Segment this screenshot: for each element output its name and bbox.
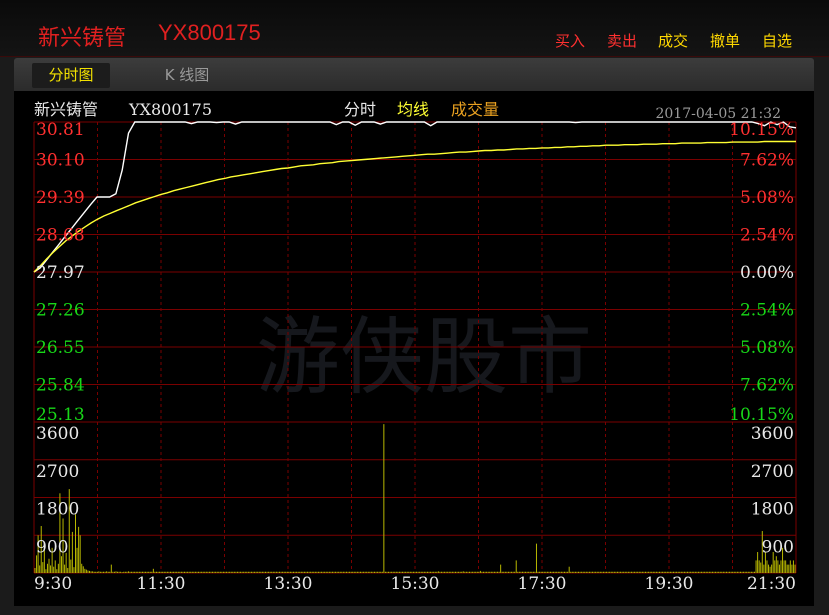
- percent-tick-label: 7.62%: [740, 376, 794, 396]
- chart-panel: 游侠股市 30.81 10.15% 30.10 7.62% 29.39 5.08% 28.6…: [14, 91, 814, 606]
- stock-name: 新兴铸管: [38, 26, 127, 51]
- time-tick-label: 21:30: [747, 574, 796, 594]
- chart-datetime: 2017-04-05 21:32: [655, 106, 781, 122]
- chart-stock-code: YX800175: [128, 100, 212, 119]
- price-tick-label: 29.39: [36, 188, 85, 208]
- legend-intraday: 分时: [344, 100, 376, 119]
- chart-stock-name: 新兴铸管: [34, 100, 98, 119]
- time-tick-label: 15:30: [391, 574, 440, 594]
- sell-button[interactable]: 卖出: [607, 30, 637, 51]
- trades-button[interactable]: 成交: [658, 30, 688, 51]
- chart-tab-bar: 分时图 K 线图: [14, 58, 814, 91]
- intraday-chart[interactable]: 游侠股市 30.81 10.15%30.10 7.62%29.39 5.08%28.6…: [14, 91, 814, 606]
- price-tick-label: 25.84: [36, 376, 85, 396]
- price-tick-label: 28.68: [36, 226, 85, 246]
- volume-tick-label: 3600: [36, 424, 79, 444]
- volume-tick-label: 900: [36, 537, 68, 557]
- tab-intraday[interactable]: 分时图: [32, 63, 110, 88]
- price-tick-label: 26.55: [36, 338, 85, 358]
- percent-tick-label: 0.00%: [740, 263, 794, 283]
- volume-tick-label: 1800: [751, 500, 794, 520]
- time-tick-label: 9:30: [34, 574, 72, 594]
- stock-code: YX800175: [158, 20, 261, 45]
- time-tick-label: 17:30: [518, 574, 567, 594]
- price-tick-label: 27.26: [36, 301, 85, 321]
- volume-tick-label: 900: [762, 537, 794, 557]
- watchlist-button[interactable]: 自选: [762, 30, 792, 51]
- percent-tick-label: 2.54%: [740, 226, 794, 246]
- price-tick-label: 30.81: [36, 120, 85, 140]
- percent-tick-label: 10.15%: [729, 405, 794, 425]
- percent-tick-label: 2.54%: [740, 301, 794, 321]
- legend-volume: 成交量: [451, 100, 499, 119]
- volume-tick-label: 2700: [36, 462, 79, 482]
- tab-kline[interactable]: K 线图: [148, 63, 226, 88]
- price-tick-label: 30.10: [36, 151, 85, 171]
- cancel-order-button[interactable]: 撤单: [710, 30, 740, 51]
- percent-tick-label: 7.62%: [740, 151, 794, 171]
- time-tick-label: 13:30: [264, 574, 313, 594]
- percent-tick-label: 10.15%: [729, 120, 794, 140]
- volume-tick-label: 3600: [751, 424, 794, 444]
- time-tick-label: 11:30: [137, 574, 186, 594]
- top-bar: 新兴铸管 YX800175 买入 卖出 成交 撤单 自选: [0, 0, 829, 57]
- chart-grid: [33, 121, 797, 574]
- buy-button[interactable]: 买入: [555, 30, 585, 51]
- percent-tick-label: 5.08%: [740, 338, 794, 358]
- legend-average: 均线: [397, 100, 429, 119]
- volume-tick-label: 2700: [751, 462, 794, 482]
- price-tick-label: 27.97: [36, 263, 85, 283]
- time-tick-label: 19:30: [645, 574, 694, 594]
- price-tick-label: 25.13: [36, 405, 85, 425]
- volume-tick-label: 1800: [36, 500, 79, 520]
- percent-tick-label: 5.08%: [740, 188, 794, 208]
